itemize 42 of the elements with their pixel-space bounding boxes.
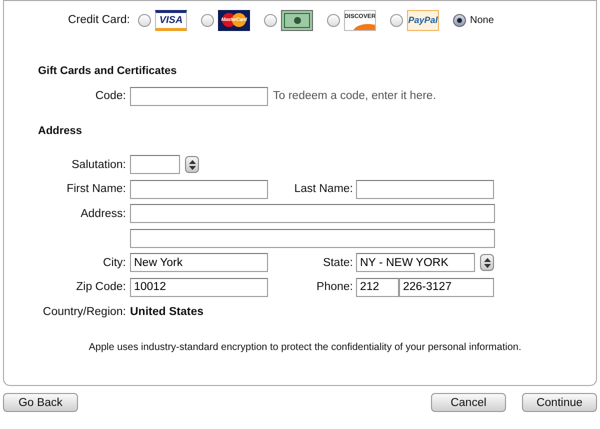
- text-field[interactable]: [130, 228, 495, 248]
- field-label: Salutation:: [70, 158, 126, 171]
- text-field[interactable]: [130, 180, 268, 199]
- radio-label: None: [470, 14, 494, 26]
- field-label: City:: [102, 256, 126, 269]
- field-label: First Name:: [66, 183, 126, 196]
- radio-button[interactable]: [327, 14, 340, 26]
- area-code-field[interactable]: 212: [356, 278, 399, 297]
- card-logo: [281, 10, 313, 30]
- field-label: Code:: [94, 90, 126, 102]
- radio-button[interactable]: [264, 14, 277, 26]
- hint-text: To redeem a code, enter it here.: [273, 90, 436, 102]
- text-field[interactable]: [356, 180, 494, 199]
- field-label: Zip Code:: [75, 281, 126, 294]
- section-heading: Gift Cards and Certificates: [38, 65, 178, 79]
- card-logo: PayPal: [407, 10, 439, 30]
- field-label: Phone:: [316, 281, 353, 294]
- field-label: Address:: [80, 208, 126, 220]
- action-button[interactable]: Cancel: [431, 393, 506, 412]
- text-field[interactable]: New York: [130, 253, 268, 272]
- stepper-icon[interactable]: [480, 254, 494, 272]
- field-label: Last Name:: [293, 183, 353, 196]
- action-button[interactable]: Continue: [522, 393, 597, 412]
- text-field[interactable]: [130, 204, 495, 224]
- card-logo: VISA: [155, 10, 187, 30]
- field-label: Credit Card:: [68, 14, 130, 26]
- select-field[interactable]: NY - NEW YORK: [356, 253, 475, 272]
- radio-button[interactable]: [390, 14, 403, 26]
- phone-field[interactable]: 226-3127: [399, 278, 494, 297]
- text-field[interactable]: 10012: [130, 278, 268, 297]
- privacy-note: Apple uses industry-standard encryption to protect the confidentiality of your personal information.: [88, 342, 522, 353]
- stepper-icon[interactable]: [185, 156, 199, 174]
- radio-button[interactable]: [453, 14, 466, 26]
- section-heading: Address: [38, 124, 84, 138]
- radio-button[interactable]: [138, 14, 151, 26]
- field-label: Country/Region:: [42, 306, 126, 318]
- field-label: State:: [322, 256, 353, 269]
- select-field[interactable]: [130, 155, 180, 174]
- radio-button[interactable]: [201, 14, 214, 26]
- back-button[interactable]: Go Back: [3, 393, 78, 412]
- field-value: United States: [130, 306, 204, 318]
- code-field[interactable]: [130, 86, 268, 106]
